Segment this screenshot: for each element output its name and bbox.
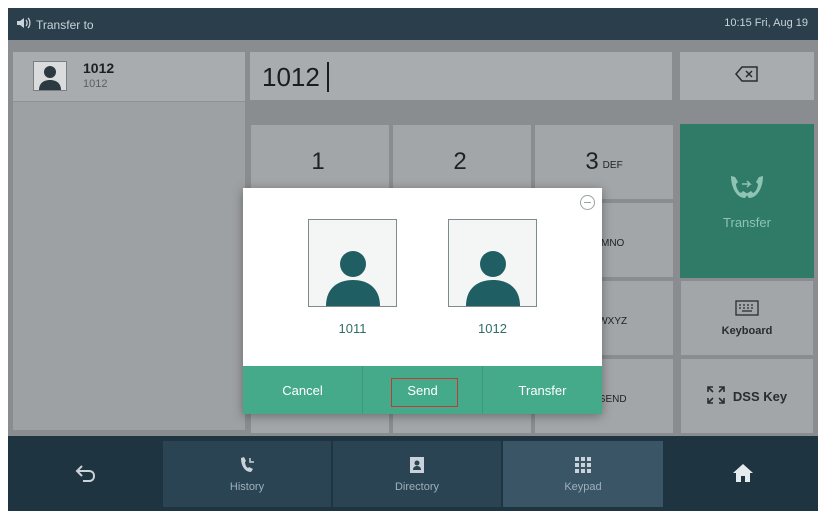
- key-letters: WXYZ: [598, 315, 628, 327]
- key-digit: 1: [311, 148, 325, 175]
- home-icon: [732, 463, 754, 486]
- dialer-area: 1012 1012 1012 1 2 3DEF 6MNO 9WXYZ *. 0 …: [8, 40, 818, 436]
- bottom-nav: History Directory Keypad: [8, 436, 818, 511]
- nav-keypad[interactable]: Keypad: [503, 441, 663, 507]
- keypad-icon: [574, 456, 592, 477]
- key-digit: 3: [585, 148, 599, 175]
- avatar: [33, 61, 67, 91]
- cancel-label: Cancel: [282, 382, 323, 398]
- transfer-icon: [727, 172, 767, 205]
- backspace-icon: [735, 65, 759, 87]
- nav-directory[interactable]: Directory: [333, 441, 501, 507]
- directory-icon: [408, 456, 426, 477]
- backspace-button[interactable]: [680, 52, 814, 100]
- keyboard-label: Keyboard: [721, 324, 773, 337]
- candidate-number: 1011: [338, 321, 367, 336]
- status-bar: Transfer to 10:15 Fri, Aug 19: [8, 8, 818, 40]
- transfer-softkey[interactable]: Transfer: [680, 124, 814, 278]
- back-button[interactable]: [8, 441, 163, 507]
- transfer-label: Transfer: [723, 215, 771, 230]
- close-icon[interactable]: [580, 195, 595, 210]
- home-button[interactable]: [668, 441, 818, 507]
- dialog-actions: Cancel Send Transfer: [243, 366, 602, 414]
- speaker-icon: [16, 16, 32, 33]
- transfer-dialog: 1011 1012 Cancel Send Transfer: [243, 188, 602, 414]
- phone-screen: Transfer to 10:15 Fri, Aug 19 1012 1012 …: [8, 8, 818, 511]
- transfer-button[interactable]: Transfer: [483, 366, 602, 414]
- status-left: Transfer to: [16, 16, 94, 33]
- transfer-action-label: Transfer: [518, 382, 567, 398]
- candidate-1012[interactable]: 1012: [448, 219, 537, 336]
- send-highlight-box: [391, 378, 458, 407]
- text-caret: [327, 62, 329, 92]
- key-letters: DEF: [602, 159, 623, 171]
- contact-row[interactable]: 1012 1012: [13, 52, 245, 102]
- expand-arrows-icon: [707, 385, 725, 407]
- status-datetime: 10:15 Fri, Aug 19: [724, 17, 808, 29]
- status-title: Transfer to: [36, 17, 94, 32]
- dss-key-label: DSS Key: [732, 388, 788, 404]
- keyboard-icon: [735, 299, 759, 319]
- avatar: [308, 219, 397, 307]
- contact-panel: 1012 1012: [13, 52, 245, 430]
- candidate-number: 1012: [478, 321, 507, 336]
- history-label: History: [229, 480, 265, 493]
- avatar: [448, 219, 537, 307]
- cancel-button[interactable]: Cancel: [243, 366, 363, 414]
- directory-label: Directory: [394, 480, 439, 493]
- number-value: 1012: [262, 62, 320, 92]
- send-button[interactable]: Send: [363, 366, 483, 414]
- key-letters: SEND: [598, 393, 627, 405]
- history-icon: [238, 456, 256, 477]
- contact-number: 1012: [83, 78, 108, 90]
- back-arrow-icon: [75, 464, 97, 485]
- key-letters: MNO: [601, 237, 625, 249]
- dss-key-softkey[interactable]: DSS Key: [680, 358, 814, 434]
- number-input[interactable]: 1012: [250, 52, 672, 100]
- key-digit: 2: [453, 148, 467, 175]
- keypad-label: Keypad: [564, 480, 602, 493]
- contact-name: 1012: [83, 60, 115, 76]
- nav-history[interactable]: History: [163, 441, 331, 507]
- candidate-1011[interactable]: 1011: [308, 219, 397, 336]
- keyboard-softkey[interactable]: Keyboard: [680, 280, 814, 356]
